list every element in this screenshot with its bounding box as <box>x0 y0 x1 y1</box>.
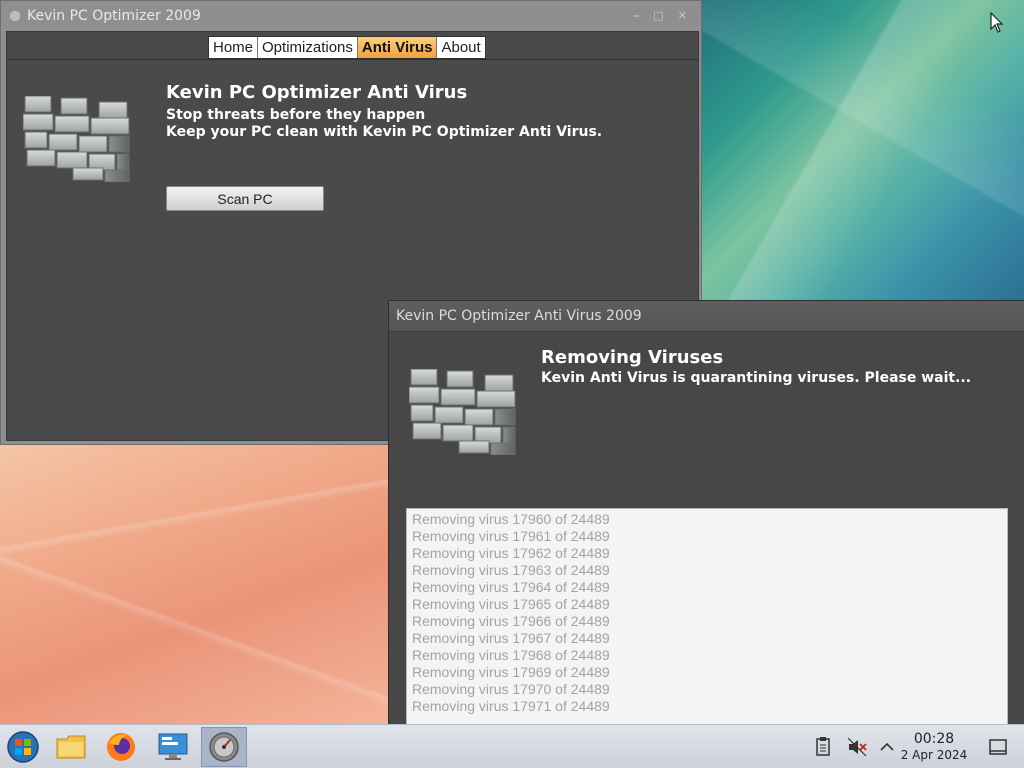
log-line: Removing virus 17969 of 24489 <box>412 664 610 680</box>
tagline-2: Keep your PC clean with Kevin PC Optimiz… <box>166 124 603 140</box>
mouse-cursor-icon <box>990 12 1004 33</box>
file-manager-icon <box>56 735 86 759</box>
tab-optimizations[interactable]: Optimizations <box>258 37 358 58</box>
tab-divider <box>7 59 698 60</box>
taskbar-control-panel[interactable] <box>150 727 196 767</box>
minimize-icon[interactable]: ⎯ <box>634 9 640 23</box>
taskbar-optimizer-app[interactable] <box>201 727 247 767</box>
tab-bar: Home Optimizations Anti Virus About <box>208 36 486 59</box>
close-icon[interactable]: ✕ <box>678 9 687 23</box>
firefox-icon <box>107 733 135 761</box>
log-line: Removing virus 17964 of 24489 <box>412 579 610 595</box>
dialog-message: Kevin Anti Virus is quarantining viruses… <box>541 370 972 386</box>
log-line: Removing virus 17965 of 24489 <box>412 596 610 612</box>
page-title: Kevin PC Optimizer Anti Virus <box>166 82 468 103</box>
taskbar-file-manager[interactable] <box>48 727 94 767</box>
window-controls: ⎯ □ ✕ <box>634 9 687 23</box>
dialog-title: Kevin PC Optimizer Anti Virus 2009 <box>396 308 642 324</box>
main-window-titlebar[interactable]: Kevin PC Optimizer 2009 <box>1 1 701 31</box>
log-line: Removing virus 17962 of 24489 <box>412 545 610 561</box>
log-line: Removing virus 17961 of 24489 <box>412 528 610 544</box>
removal-log[interactable]: Removing virus 17960 of 24489 Removing v… <box>406 508 1008 725</box>
show-desktop-icon[interactable] <box>988 737 1008 757</box>
firewall-icon <box>409 369 516 455</box>
clock-date: 2 Apr 2024 <box>900 748 968 762</box>
removal-dialog: Kevin PC Optimizer Anti Virus 2009 Remov… <box>388 300 1024 725</box>
taskbar: 00:28 2 Apr 2024 <box>0 724 1024 768</box>
desktop-wallpaper-left <box>0 440 390 724</box>
desktop-wallpaper-right <box>700 0 1024 300</box>
chevron-up-icon[interactable] <box>878 738 896 756</box>
clipboard-icon[interactable] <box>812 736 834 758</box>
start-button[interactable] <box>0 727 46 767</box>
main-heading-block: Kevin PC Optimizer Anti Virus Stop threa… <box>166 82 602 141</box>
log-line: Removing virus 17971 of 24489 <box>412 698 610 714</box>
tab-anti-virus[interactable]: Anti Virus <box>357 37 438 58</box>
system-tray <box>812 725 896 768</box>
log-line: Removing virus 17963 of 24489 <box>412 562 610 578</box>
clock-time: 00:28 <box>913 731 955 747</box>
tagline-1: Stop threats before they happen <box>166 107 426 123</box>
control-panel-icon <box>158 733 188 760</box>
log-line: Removing virus 17967 of 24489 <box>412 630 610 646</box>
log-line: Removing virus 17960 of 24489 <box>412 511 610 527</box>
tab-home[interactable]: Home <box>209 37 259 58</box>
tab-about[interactable]: About <box>437 37 485 58</box>
log-line: Removing virus 17968 of 24489 <box>412 647 610 663</box>
volume-muted-icon[interactable] <box>846 736 868 758</box>
optimizer-app-icon <box>209 732 239 762</box>
start-orb-icon <box>7 731 39 763</box>
log-line: Removing virus 17970 of 24489 <box>412 681 610 697</box>
app-menu-icon[interactable] <box>9 10 21 22</box>
dialog-heading-block: Removing Viruses Kevin Anti Virus is qua… <box>541 347 971 386</box>
clock[interactable]: 00:28 2 Apr 2024 <box>896 731 972 763</box>
maximize-icon[interactable]: □ <box>653 9 663 23</box>
main-window-title: Kevin PC Optimizer 2009 <box>27 8 201 24</box>
taskbar-firefox[interactable] <box>98 727 144 767</box>
firewall-icon <box>23 96 130 182</box>
dialog-heading: Removing Viruses <box>541 347 724 368</box>
dialog-titlebar[interactable]: Kevin PC Optimizer Anti Virus 2009 <box>389 301 1024 332</box>
log-line: Removing virus 17966 of 24489 <box>412 613 610 629</box>
scan-pc-button[interactable]: Scan PC <box>166 186 324 211</box>
